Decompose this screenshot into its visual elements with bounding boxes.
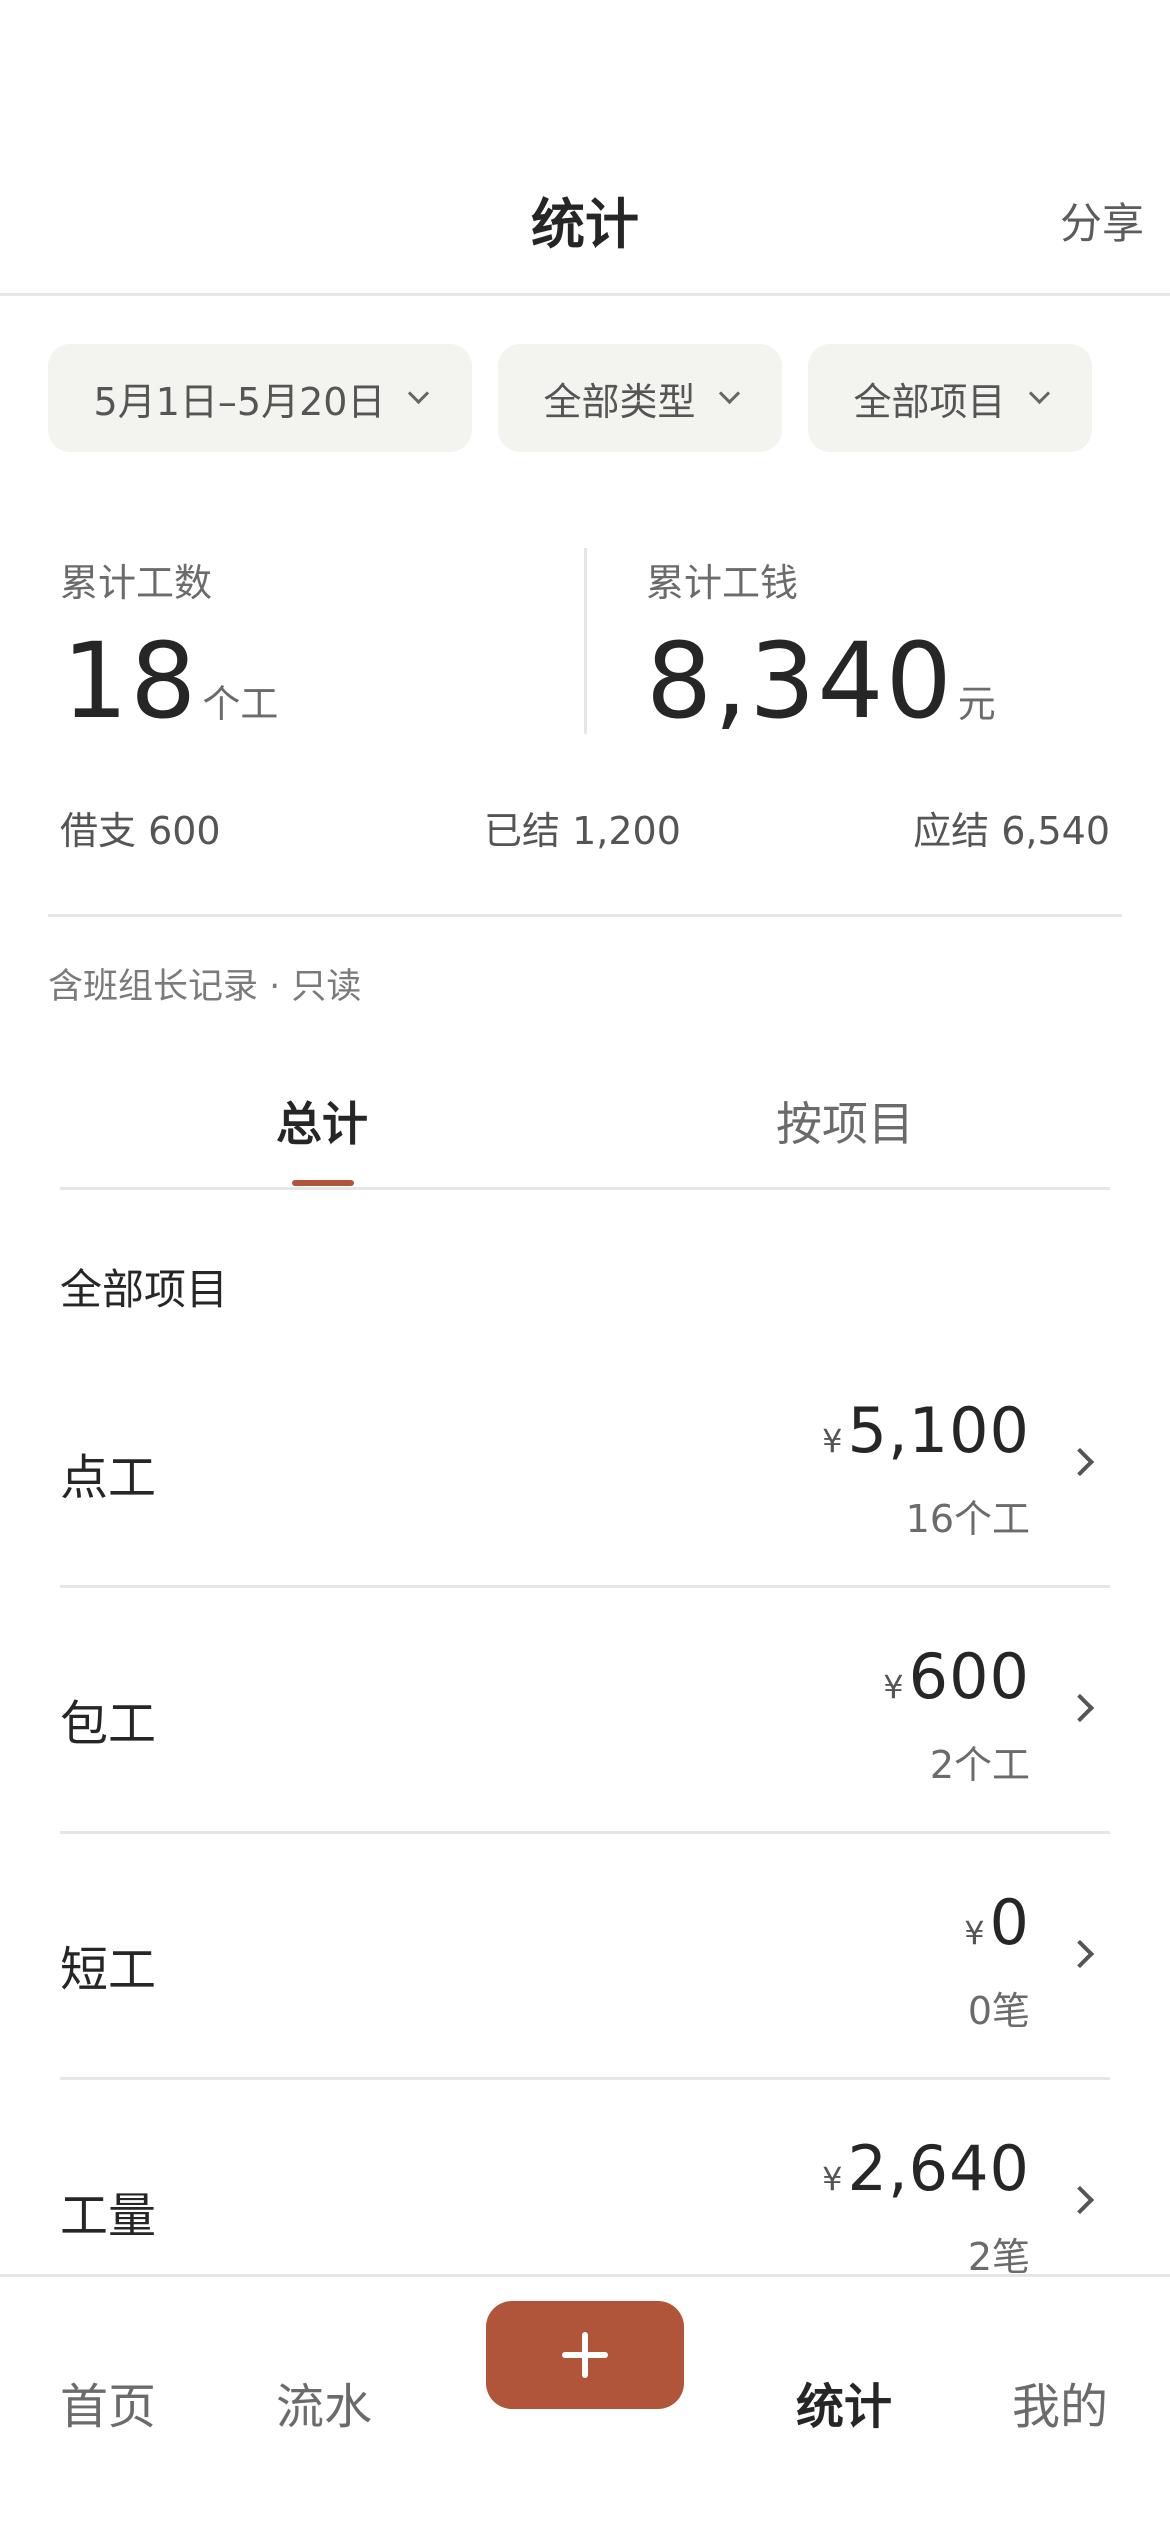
days-total-label: 累计工数 [60,561,213,605]
tab-total[interactable]: 总计 [276,1088,368,1154]
tabbar-mine[interactable]: 我的 [1012,2367,1108,2437]
date-range-filter[interactable]: 5月1日–5月20日 [48,344,472,452]
work-type-label: 工量 [60,2188,157,2244]
stats-tabs: 总计 按项目 [60,1064,1110,1190]
chevron-right-icon [1065,2185,1095,2215]
settled-amount: 已结 1,200 [484,809,681,853]
days-total-value: 18 个工 [62,620,278,742]
project-filter-label: 全部项目 [853,379,1006,424]
tab-by-project[interactable]: 按项目 [776,1088,914,1154]
work-type-count: 16个工 [905,1497,1030,1541]
work-type-count: 2个工 [929,1743,1030,1787]
amount-value: 600 [908,1640,1030,1713]
active-tab-indicator [292,1180,354,1186]
currency-symbol: ¥ [964,1914,986,1952]
due-amount: 应结 6,540 [913,809,1110,853]
work-type-amount: ¥600 [883,1640,1030,1713]
project-filter[interactable]: 全部项目 [808,344,1092,452]
read-only-note: 含班组长记录 · 只读 [48,967,362,1007]
date-range-label: 5月1日–5月20日 [93,379,386,424]
days-total-unit: 个工 [202,682,279,726]
tabbar-flow[interactable]: 流水 [276,2367,372,2437]
work-type-amount: ¥0 [964,1886,1030,1959]
amount-value: 0 [989,1886,1030,1959]
work-type-label: 包工 [60,1696,157,1752]
work-type-amount: ¥5,100 [822,1394,1030,1467]
work-type-count: 2笔 [967,2235,1030,2279]
settlement-summary: 借支 600 已结 1,200 应结 6,540 [60,800,1110,853]
section-divider [48,914,1122,917]
currency-symbol: ¥ [883,1668,905,1706]
chevron-right-icon [1065,1447,1095,1477]
list-item[interactable]: 包工 ¥600 2个工 [60,1588,1110,1834]
type-filter-label: 全部类型 [543,379,696,424]
page-title: 统计 [531,193,639,256]
nav-bar: 统计 分享 [0,0,1170,296]
summary-divider [584,548,587,734]
work-type-amount: ¥2,640 [822,2132,1030,2205]
tabbar-home[interactable]: 首页 [60,2367,156,2437]
money-total-value: 8,340 元 [646,620,996,742]
plus-icon-vertical [582,2332,588,2378]
add-record-button[interactable] [486,2301,684,2409]
work-type-label: 短工 [60,1942,157,1998]
list-item[interactable]: 短工 ¥0 0笔 [60,1834,1110,2080]
tabbar-stats[interactable]: 统计 [796,2367,892,2437]
money-total-label: 累计工钱 [646,561,799,605]
type-filter[interactable]: 全部类型 [498,344,782,452]
amount-value: 5,100 [847,1394,1030,1467]
chevron-down-icon [718,382,740,404]
section-title: 全部项目 [60,1265,229,1314]
currency-symbol: ¥ [822,2160,844,2198]
chevron-right-icon [1065,1693,1095,1723]
money-total-number: 8,340 [646,620,954,742]
work-type-label: 点工 [60,1450,157,1506]
chevron-down-icon [408,382,430,404]
share-button[interactable]: 分享 [1060,190,1144,251]
currency-symbol: ¥ [822,1422,844,1460]
money-total-unit: 元 [957,682,996,726]
work-type-list: 点工 ¥5,100 16个工 包工 ¥600 2个工 短工 ¥0 0笔 工量 ¥… [60,1342,1110,2326]
days-total-number: 18 [62,620,199,742]
chevron-down-icon [1028,382,1050,404]
list-item[interactable]: 点工 ¥5,100 16个工 [60,1342,1110,1588]
borrowed-amount: 借支 600 [60,809,221,853]
work-type-count: 0笔 [967,1989,1030,2033]
chevron-right-icon [1065,1939,1095,1969]
bottom-tab-bar: 首页 流水 统计 我的 [0,2274,1170,2532]
amount-value: 2,640 [847,2132,1030,2205]
